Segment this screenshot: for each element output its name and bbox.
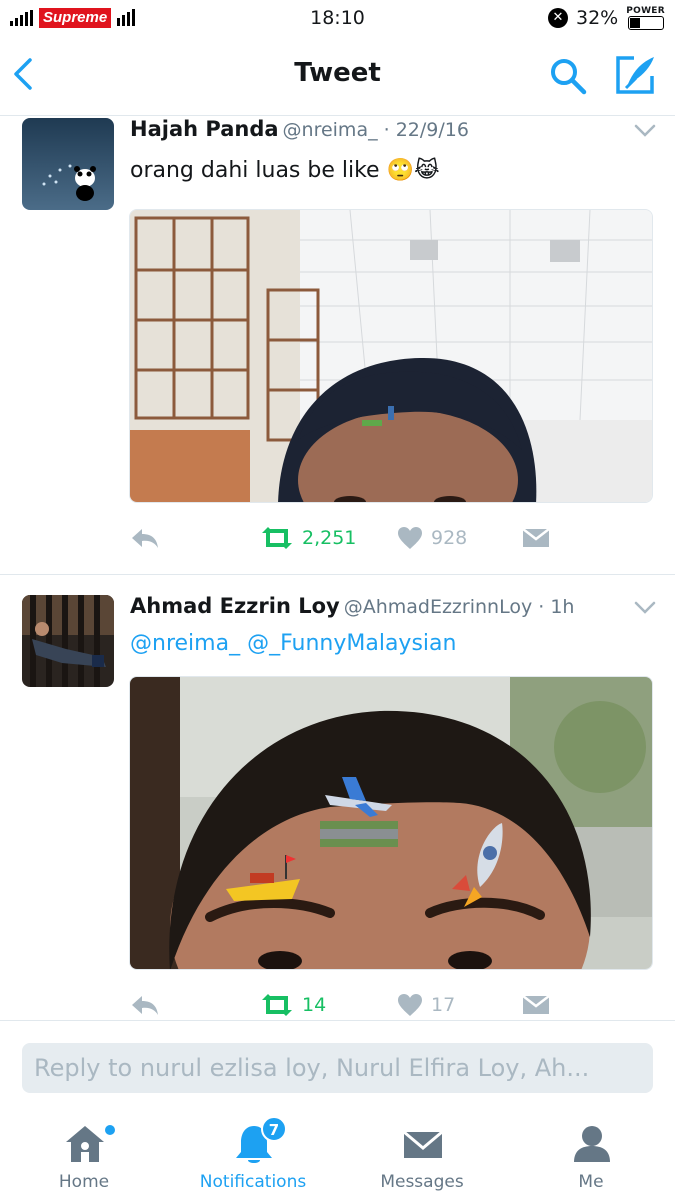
compose-icon[interactable] bbox=[614, 54, 658, 96]
status-bar: Supreme 18:10 ✕ 32% POWER bbox=[0, 0, 675, 38]
tweet-1[interactable]: Hajah Panda @nreima_ · 22/9/16 orang dahi… bbox=[0, 116, 675, 574]
like-count: 17 bbox=[431, 994, 456, 1016]
battery-percent: 32% bbox=[576, 7, 619, 29]
tab-label: Messages bbox=[380, 1172, 464, 1192]
like-button[interactable]: 928 bbox=[397, 526, 467, 550]
author-handle-date[interactable]: @AhmadEzzrinnLoy · 1h bbox=[344, 596, 575, 618]
notification-badge: 7 bbox=[261, 1116, 287, 1142]
mention-link[interactable]: @nreima_ bbox=[130, 631, 240, 656]
heart-icon bbox=[398, 527, 422, 549]
tweet-header: Ahmad Ezzrin Loy @AhmadEzzrinnLoy · 1h bbox=[130, 594, 574, 618]
tweet-text: orang dahi luas be like 🙄😹 bbox=[130, 158, 440, 183]
like-button[interactable]: 17 bbox=[397, 993, 455, 1017]
tab-notifications[interactable]: 7 Notifications bbox=[169, 1102, 337, 1200]
tab-home[interactable]: Home bbox=[0, 1102, 168, 1200]
reply-icon bbox=[132, 996, 158, 1015]
chevron-down-icon[interactable] bbox=[634, 601, 656, 615]
retweet-count: 14 bbox=[302, 994, 327, 1016]
reply-input[interactable]: Reply to nurul ezlisa loy, Nurul Elfira … bbox=[22, 1043, 653, 1093]
tab-label: Home bbox=[58, 1172, 110, 1192]
reply-button[interactable] bbox=[130, 993, 160, 1017]
dm-button[interactable] bbox=[522, 993, 550, 1017]
reply-bar: Reply to nurul ezlisa loy, Nurul Elfira … bbox=[0, 1020, 675, 1102]
retweet-count: 2,251 bbox=[302, 527, 357, 549]
tweet-text: @nreima_ @_FunnyMalaysian bbox=[130, 631, 456, 656]
battery-level bbox=[629, 18, 640, 28]
tab-me[interactable]: Me bbox=[507, 1102, 675, 1200]
home-icon bbox=[66, 1126, 104, 1162]
reply-button[interactable] bbox=[130, 526, 160, 550]
chevron-down-icon[interactable] bbox=[634, 124, 656, 138]
close-circle-icon: ✕ bbox=[548, 8, 568, 28]
direct-message-icon bbox=[522, 528, 550, 547]
new-indicator-dot bbox=[105, 1125, 115, 1135]
retweet-button[interactable]: 2,251 bbox=[260, 526, 356, 550]
retweet-icon bbox=[262, 994, 292, 1016]
tweet-actions: 2,251 928 bbox=[0, 526, 675, 556]
tab-label: Me bbox=[578, 1172, 604, 1192]
envelope-icon bbox=[403, 1130, 443, 1158]
tab-label: Notifications bbox=[199, 1172, 307, 1192]
mention-link[interactable]: @_FunnyMalaysian bbox=[247, 631, 456, 656]
battery-icon: POWER bbox=[626, 6, 665, 30]
nav-header: Tweet bbox=[0, 38, 675, 116]
author-handle-date[interactable]: @nreima_ · 22/9/16 bbox=[283, 119, 469, 141]
avatar[interactable] bbox=[22, 595, 114, 687]
author-name[interactable]: Ahmad Ezzrin Loy bbox=[130, 594, 340, 618]
retweet-icon bbox=[262, 527, 292, 549]
tweet-2[interactable]: Ahmad Ezzrin Loy @AhmadEzzrinnLoy · 1h @n… bbox=[0, 575, 675, 1020]
battery-label: POWER bbox=[626, 6, 665, 16]
like-count: 928 bbox=[431, 527, 468, 549]
dm-button[interactable] bbox=[522, 526, 550, 550]
direct-message-icon bbox=[522, 995, 550, 1014]
retweet-button[interactable]: 14 bbox=[260, 993, 326, 1017]
search-icon[interactable] bbox=[548, 56, 588, 96]
tweet-photo[interactable] bbox=[129, 676, 653, 970]
person-icon bbox=[574, 1126, 610, 1162]
reply-icon bbox=[132, 529, 158, 548]
author-name[interactable]: Hajah Panda bbox=[130, 117, 279, 141]
avatar[interactable] bbox=[22, 118, 114, 210]
tweet-actions: 14 17 bbox=[0, 993, 675, 1023]
tweet-header: Hajah Panda @nreima_ · 22/9/16 bbox=[130, 117, 469, 141]
status-right: ✕ 32% POWER bbox=[548, 6, 665, 30]
tweet-photo[interactable] bbox=[129, 209, 653, 503]
heart-icon bbox=[398, 994, 422, 1016]
tab-bar: Home 7 Notifications Messages Me bbox=[0, 1102, 675, 1200]
tab-messages[interactable]: Messages bbox=[338, 1102, 506, 1200]
